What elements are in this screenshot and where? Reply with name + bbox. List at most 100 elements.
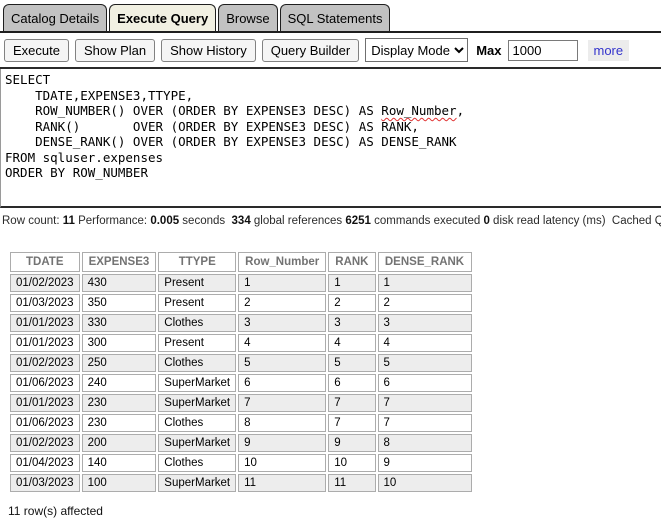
column-header-tdate: TDATE (10, 252, 80, 272)
table-row: 01/01/2023300Present444 (10, 334, 472, 352)
column-header-row_number: Row_Number (238, 252, 326, 272)
table-row: 01/03/2023100SuperMarket111110 (10, 474, 472, 492)
table-cell: 6 (328, 374, 375, 392)
table-cell: 140 (82, 454, 157, 472)
table-cell: 01/06/2023 (10, 374, 80, 392)
table-cell: 3 (328, 314, 375, 332)
table-cell: Clothes (158, 314, 236, 332)
table-cell: 2 (378, 294, 472, 312)
table-cell: 4 (328, 334, 375, 352)
more-link[interactable]: more (588, 40, 630, 61)
table-row: 01/02/2023250Clothes555 (10, 354, 472, 372)
table-cell: Clothes (158, 454, 236, 472)
sql-line: TDATE,EXPENSE3,TTYPE, (5, 88, 661, 104)
sql-line: RANK() OVER (ORDER BY EXPENSE3 DESC) AS … (5, 119, 661, 135)
table-cell: Present (158, 294, 236, 312)
table-cell: 8 (378, 434, 472, 452)
table-cell: 8 (238, 414, 326, 432)
query-builder-button[interactable]: Query Builder (262, 39, 359, 62)
table-cell: 100 (82, 474, 157, 492)
table-cell: 200 (82, 434, 157, 452)
sql-line: ROW_NUMBER() OVER (ORDER BY EXPENSE3 DES… (5, 103, 661, 119)
table-cell: Clothes (158, 354, 236, 372)
table-row: 01/04/2023140Clothes10109 (10, 454, 472, 472)
tab-browse[interactable]: Browse (218, 4, 277, 31)
rows-affected-message: 11 row(s) affected (8, 504, 661, 518)
table-cell: 7 (328, 414, 375, 432)
table-row: 01/02/2023430Present111 (10, 274, 472, 292)
table-cell: 01/04/2023 (10, 454, 80, 472)
result-table-header-row: TDATEEXPENSE3TTYPERow_NumberRANKDENSE_RA… (10, 252, 472, 272)
table-row: 01/03/2023350Present222 (10, 294, 472, 312)
result-table: TDATEEXPENSE3TTYPERow_NumberRANKDENSE_RA… (8, 250, 474, 494)
table-cell: 10 (328, 454, 375, 472)
sql-query-editor[interactable]: SELECT TDATE,EXPENSE3,TTYPE, ROW_NUMBER(… (0, 69, 661, 208)
table-cell: 5 (238, 354, 326, 372)
misspelled-word: Row_Number (381, 103, 456, 118)
table-cell: 230 (82, 414, 157, 432)
display-mode-select[interactable]: Display Mode (365, 38, 468, 62)
table-cell: 240 (82, 374, 157, 392)
table-cell: 01/03/2023 (10, 474, 80, 492)
table-cell: Present (158, 334, 236, 352)
table-cell: 01/02/2023 (10, 354, 80, 372)
query-stats-line: Row count: 11 Performance: 0.005 seconds… (2, 215, 661, 227)
table-cell: 430 (82, 274, 157, 292)
table-cell: SuperMarket (158, 434, 236, 452)
stat-value: 0.005 (150, 215, 179, 227)
show-history-button[interactable]: Show History (161, 39, 256, 62)
table-cell: 6 (378, 374, 472, 392)
tab-bar: Catalog DetailsExecute QueryBrowseSQL St… (0, 0, 661, 33)
table-cell: 7 (378, 394, 472, 412)
stat-value: 11 (63, 215, 75, 227)
table-cell: 01/02/2023 (10, 434, 80, 452)
table-cell: 11 (328, 474, 375, 492)
table-cell: 3 (378, 314, 472, 332)
table-cell: 1 (238, 274, 326, 292)
result-table-body: 01/02/2023430Present11101/03/2023350Pres… (10, 274, 472, 492)
table-cell: 1 (378, 274, 472, 292)
table-cell: 7 (328, 394, 375, 412)
sql-line: ORDER BY ROW_NUMBER (5, 165, 661, 181)
stat-value: 6251 (345, 215, 371, 227)
table-cell: 5 (378, 354, 472, 372)
column-header-dense_rank: DENSE_RANK (378, 252, 472, 272)
table-cell: 330 (82, 314, 157, 332)
stat-label: commands executed (371, 215, 484, 227)
show-plan-button[interactable]: Show Plan (75, 39, 155, 62)
table-cell: 10 (378, 474, 472, 492)
table-row: 01/06/2023240SuperMarket666 (10, 374, 472, 392)
table-cell: 01/01/2023 (10, 314, 80, 332)
stat-label: seconds (179, 215, 231, 227)
sql-line: SELECT (5, 72, 661, 88)
table-cell: 2 (238, 294, 326, 312)
table-cell: 1 (328, 274, 375, 292)
table-cell: 250 (82, 354, 157, 372)
table-cell: 9 (238, 434, 326, 452)
column-header-ttype: TTYPE (158, 252, 236, 272)
sql-line: FROM sqluser.expenses (5, 150, 661, 166)
stat-label: Performance: (75, 215, 150, 227)
table-cell: 230 (82, 394, 157, 412)
table-cell: SuperMarket (158, 374, 236, 392)
stat-value: 334 (232, 215, 251, 227)
tab-execute-query[interactable]: Execute Query (109, 4, 216, 31)
tab-catalog-details[interactable]: Catalog Details (3, 4, 107, 31)
table-cell: 01/02/2023 (10, 274, 80, 292)
tab-sql-statements[interactable]: SQL Statements (280, 4, 391, 31)
table-cell: SuperMarket (158, 474, 236, 492)
max-rows-label: Max (476, 43, 501, 58)
column-header-rank: RANK (328, 252, 375, 272)
table-cell: 01/03/2023 (10, 294, 80, 312)
table-cell: 3 (238, 314, 326, 332)
query-toolbar: Execute Show Plan Show History Query Builde… (0, 33, 661, 69)
max-rows-input[interactable] (508, 40, 578, 61)
table-cell: 11 (238, 474, 326, 492)
table-cell: 9 (378, 454, 472, 472)
table-cell: 7 (238, 394, 326, 412)
execute-button[interactable]: Execute (4, 39, 69, 62)
table-row: 01/06/2023230Clothes877 (10, 414, 472, 432)
table-cell: 01/01/2023 (10, 334, 80, 352)
table-cell: 350 (82, 294, 157, 312)
table-cell: 300 (82, 334, 157, 352)
